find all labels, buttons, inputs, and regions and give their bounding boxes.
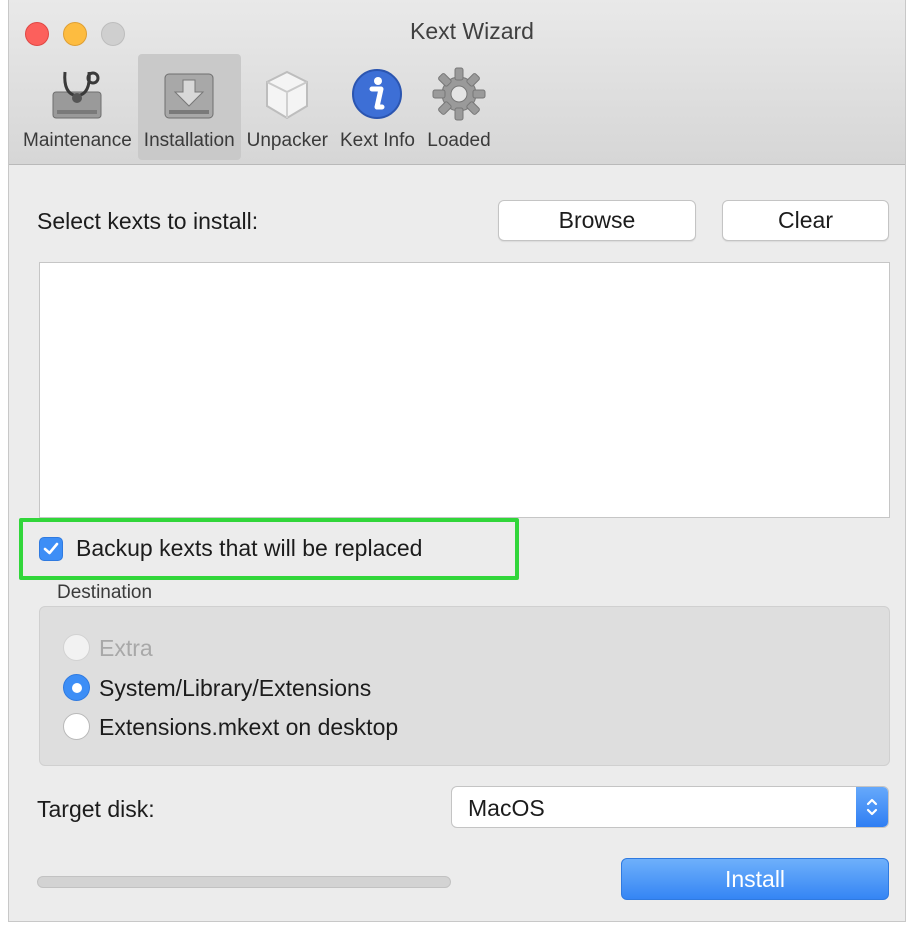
tab-maintenance-label: Maintenance (23, 130, 132, 151)
title-bar: Kext Wizard Maintenance Installation Unp… (9, 0, 905, 165)
tab-installation[interactable]: Installation (137, 54, 241, 160)
clear-button[interactable]: Clear (722, 200, 889, 241)
radio-system-library-extensions-label: System/Library/Extensions (99, 675, 372, 701)
tab-loaded-label: Loaded (427, 130, 491, 151)
tab-unpacker[interactable]: Unpacker (241, 54, 334, 160)
target-disk-value: MacOS (468, 795, 545, 821)
info-icon (345, 62, 409, 126)
tab-unpacker-label: Unpacker (246, 130, 328, 151)
toolbar: Maintenance Installation Unpacker Kext I… (17, 54, 497, 160)
gear-icon (427, 62, 491, 126)
kext-list[interactable] (39, 262, 890, 518)
radio-dot (71, 682, 82, 693)
tab-loaded[interactable]: Loaded (421, 54, 497, 160)
backup-label[interactable]: Backup kexts that will be replaced (76, 535, 422, 562)
unpacker-box-icon (255, 62, 319, 126)
radio-system-library-extensions[interactable] (63, 674, 90, 701)
tab-maintenance[interactable]: Maintenance (17, 54, 138, 160)
destination-label: Destination (57, 582, 153, 603)
checkmark-icon (43, 542, 59, 555)
browse-button[interactable]: Browse (498, 200, 696, 241)
target-disk-select[interactable]: MacOS (451, 786, 889, 828)
window-title: Kext Wizard (410, 18, 534, 44)
updown-chevron-icon (856, 787, 888, 827)
select-kexts-label: Select kexts to install: (37, 208, 259, 234)
stethoscope-drive-icon (45, 62, 109, 126)
tab-kext-info[interactable]: Kext Info (334, 54, 421, 160)
tab-kext-info-label: Kext Info (339, 130, 415, 151)
radio-extensions-mkext[interactable] (63, 713, 90, 740)
tab-installation-label: Installation (143, 130, 235, 151)
install-button[interactable]: Install (621, 858, 889, 900)
radio-extensions-mkext-label: Extensions.mkext on desktop (99, 714, 399, 740)
install-progress-bar (37, 876, 451, 888)
radio-extra[interactable] (63, 634, 90, 661)
radio-extra-label: Extra (99, 635, 153, 661)
target-disk-label: Target disk: (37, 796, 155, 822)
backup-checkbox[interactable] (39, 537, 63, 561)
kext-wizard-window: Kext Wizard Maintenance Installation Unp… (8, 0, 906, 922)
install-drive-icon (157, 62, 221, 126)
